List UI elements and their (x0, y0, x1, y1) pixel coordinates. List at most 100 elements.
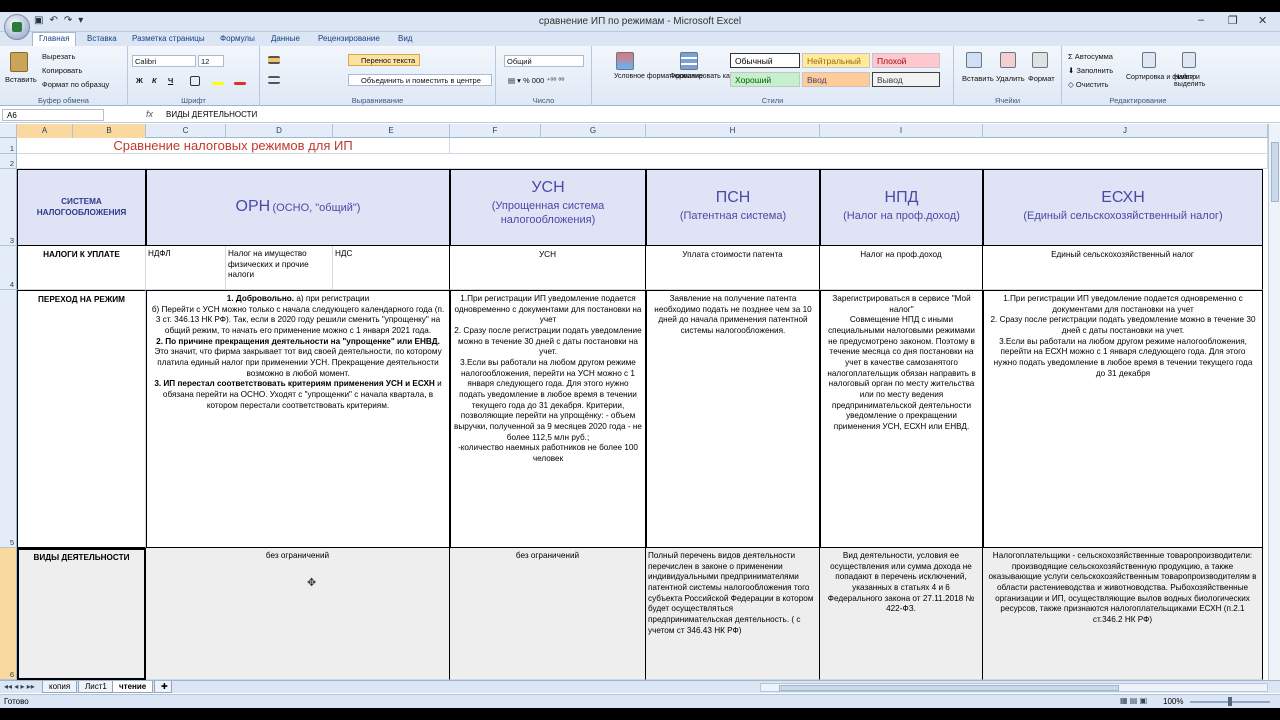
delete-cells-button[interactable]: Удалить (996, 74, 1025, 83)
view-buttons-icon[interactable]: ▦ ▤ ▣ (1120, 696, 1147, 705)
psn-header-cell[interactable]: ПСН (Патентная система) (646, 169, 820, 246)
maximize-icon[interactable]: ❐ (1228, 14, 1238, 27)
npd-transition-cell[interactable]: Зарегистрироваться в сервисе "Мой налог"… (820, 290, 983, 548)
font-size-select[interactable]: 12 (198, 55, 224, 67)
empty-cell[interactable] (450, 138, 1268, 154)
usn-tax-cell[interactable]: УСН (450, 246, 646, 290)
row-header-1[interactable]: 1 (0, 138, 17, 154)
column-header-b[interactable]: B (73, 124, 146, 138)
orn-activities-cell[interactable]: без ограничений (146, 548, 450, 680)
underline-button[interactable]: Ч (168, 76, 173, 85)
insert-sheet-icon[interactable]: ✚ (154, 681, 172, 693)
usn-transition-cell[interactable]: 1.При регистрации ИП уведомление подаетс… (450, 290, 646, 548)
sort-filter-icon[interactable] (1142, 52, 1156, 68)
number-format-select[interactable]: Общий (504, 55, 584, 67)
format-cells-button[interactable]: Формат (1028, 74, 1055, 83)
eshn-transition-cell[interactable]: 1.При регистрации ИП уведомление подаетс… (983, 290, 1263, 548)
column-header-j[interactable]: J (983, 124, 1268, 138)
style-neutral[interactable]: Нейтральный (802, 53, 870, 68)
row-header-5[interactable]: 5 (0, 290, 17, 548)
borders-icon[interactable] (190, 76, 200, 86)
npd-header-cell[interactable]: НПД (Налог на проф.доход) (820, 169, 983, 246)
psn-activities-cell[interactable]: Полный перечень видов деятельности переч… (646, 548, 820, 680)
row-header-6[interactable]: 6 (0, 548, 17, 680)
horizontal-scroll-thumb[interactable] (779, 685, 1119, 691)
italic-button[interactable]: К (152, 76, 157, 85)
paste-button[interactable]: Вставить (5, 75, 37, 84)
align-left-icon[interactable] (268, 76, 280, 84)
activities-label-cell[interactable]: ВИДЫ ДЕЯТЕЛЬНОСТИ (17, 548, 146, 680)
find-select-button[interactable]: Найти и выделить (1174, 74, 1212, 88)
vertical-scroll-thumb[interactable] (1271, 142, 1279, 202)
insert-cells-button[interactable]: Вставить (962, 74, 994, 83)
style-normal[interactable]: Обычный (730, 53, 800, 68)
name-box[interactable]: A6 (2, 109, 104, 121)
row-header-2[interactable]: 2 (0, 154, 17, 169)
select-all-corner[interactable] (0, 124, 17, 138)
copy-button[interactable]: Копировать (42, 66, 82, 75)
eshn-tax-cell[interactable]: Единый сельскохозяйственный налог (983, 246, 1263, 290)
style-input[interactable]: Ввод (802, 72, 870, 87)
tab-insert[interactable]: Вставка (87, 34, 117, 43)
row-header-4[interactable]: 4 (0, 246, 17, 290)
delete-cells-icon[interactable] (1000, 52, 1016, 68)
tab-home[interactable]: Главная (32, 32, 77, 46)
cut-button[interactable]: Вырезать (42, 52, 75, 61)
orn-transition-cell[interactable]: 1. Добровольно. а) при регистрации б) Пе… (146, 290, 450, 548)
percent-icon[interactable]: ▤ ▾ % 000 ⁺⁰⁰ ⁰⁰ (508, 76, 564, 85)
clear-button[interactable]: ◇ Очистить (1068, 80, 1109, 89)
zoom-slider-handle[interactable] (1228, 697, 1232, 706)
wrap-text-button[interactable]: Перенос текста (348, 54, 420, 66)
property-tax-cell[interactable]: Налог на имущество физических и прочие н… (226, 246, 333, 290)
vertical-scrollbar[interactable] (1268, 124, 1280, 680)
tab-data[interactable]: Данные (271, 34, 300, 43)
column-header-i[interactable]: I (820, 124, 983, 138)
row-header-3[interactable]: 3 (0, 169, 17, 246)
taxes-label-cell[interactable]: НАЛОГИ К УПЛАТЕ (17, 246, 146, 290)
tab-view[interactable]: Вид (398, 34, 412, 43)
fill-color-icon[interactable] (212, 82, 224, 85)
sheet-tab-list1[interactable]: Лист1 (78, 681, 114, 693)
font-color-icon[interactable] (234, 82, 246, 85)
merge-center-button[interactable]: Объединить и поместить в центре (348, 74, 492, 86)
align-top-icon[interactable] (268, 56, 280, 64)
eshn-header-cell[interactable]: ЕСХН (Единый сельскохозяйственный налог) (983, 169, 1263, 246)
transition-label-cell[interactable]: ПЕРЕХОД НА РЕЖИМ (17, 290, 146, 548)
conditional-format-icon[interactable] (616, 52, 634, 70)
column-header-g[interactable]: G (541, 124, 646, 138)
orn-header-cell[interactable]: ОРН (ОСНО, "общий") (146, 169, 450, 246)
style-output[interactable]: Вывод (872, 72, 940, 87)
find-select-icon[interactable] (1182, 52, 1196, 68)
usn-activities-cell[interactable]: без ограничений (450, 548, 646, 680)
paste-icon[interactable] (10, 52, 28, 72)
empty-row[interactable] (17, 154, 1268, 169)
tab-formulas[interactable]: Формулы (220, 34, 255, 43)
column-header-d[interactable]: D (226, 124, 333, 138)
usn-header-cell[interactable]: УСН (Упрощенная система налогообложения) (450, 169, 646, 246)
ndfl-cell[interactable]: НДФЛ (146, 246, 226, 290)
fx-icon[interactable]: fx (146, 109, 153, 119)
office-button[interactable] (4, 14, 30, 40)
psn-transition-cell[interactable]: Заявление на получение патента необходим… (646, 290, 820, 548)
spreadsheet-grid[interactable]: A B C D E F G H I J 1 2 3 4 5 6 Сравнени… (0, 124, 1268, 680)
sheet-title[interactable]: Сравнение налоговых режимов для ИП (17, 138, 450, 154)
format-painter-button[interactable]: Формат по образцу (42, 80, 109, 89)
style-bad[interactable]: Плохой (872, 53, 940, 68)
column-header-c[interactable]: C (146, 124, 226, 138)
style-good[interactable]: Хороший (730, 72, 800, 87)
patent-tax-cell[interactable]: Уплата стоимости патента (646, 246, 820, 290)
eshn-activities-cell[interactable]: Налогоплательщики - сельскохозяйственные… (983, 548, 1263, 680)
vat-cell[interactable]: НДС (333, 246, 450, 290)
tab-page-layout[interactable]: Разметка страницы (132, 34, 205, 43)
npd-tax-cell[interactable]: Налог на проф.доход (820, 246, 983, 290)
horizontal-scrollbar[interactable] (760, 683, 1268, 692)
sheet-tab-kopiya[interactable]: копия (42, 681, 78, 693)
tab-review[interactable]: Рецензирование (318, 34, 380, 43)
bold-button[interactable]: Ж (136, 76, 143, 85)
npd-activities-cell[interactable]: Вид деятельности, условия ее осуществлен… (820, 548, 983, 680)
format-cells-icon[interactable] (1032, 52, 1048, 68)
zoom-level[interactable]: 100% (1163, 697, 1183, 706)
column-header-f[interactable]: F (450, 124, 541, 138)
autosum-button[interactable]: Σ Автосумма (1068, 52, 1113, 61)
column-header-a[interactable]: A (17, 124, 73, 138)
